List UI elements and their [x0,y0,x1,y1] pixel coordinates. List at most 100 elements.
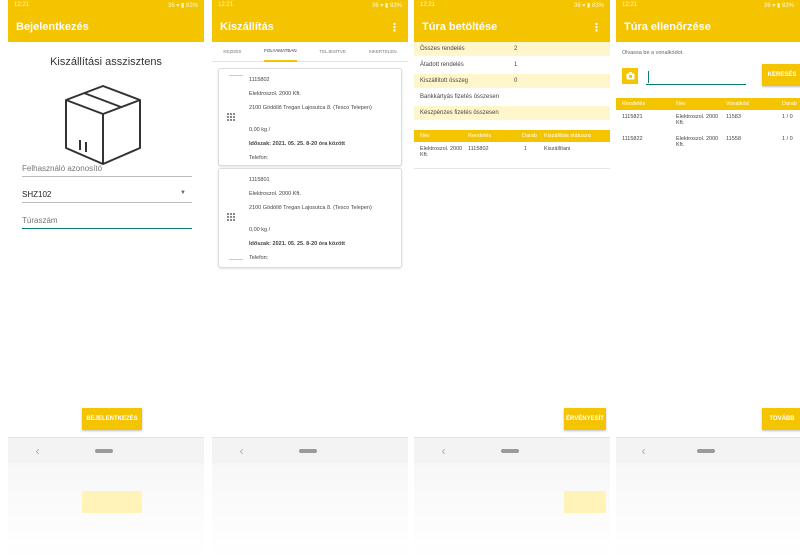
back-icon[interactable]: ‹ [442,444,446,458]
status-bar: 12:21 36 ▾ ▮ 83% [8,0,204,12]
camera-icon [626,72,634,80]
table-row[interactable]: 1115821 Elektroszol. 2000 Kft. 11583 1 /… [616,114,800,134]
tab-in-progress[interactable]: FOLYAMATBAN [264,42,297,62]
app-bar-title: Túra ellenőrzése [624,21,711,33]
package-box-icon [65,85,141,165]
info-row-handed-orders: Átadott rendelés 1 [414,58,610,72]
username-field[interactable]: Felhasználó azonosító [22,164,192,177]
table-row[interactable]: Elektroszol. 2000 Kft. 1115802 1 Kiszáll… [414,146,610,166]
info-value: 0 [514,78,518,84]
nav-bar: ‹ [414,437,610,463]
phone-screen-delivery: 12:21 36 ▾ ▮ 83% Kiszállítás ⋮ KEZDÉS FO… [212,0,408,559]
camera-scan-button[interactable] [622,68,638,84]
status-bar: 12:21 36 ▾ ▮ 83% [414,0,610,12]
screen-reflection [616,463,800,559]
card-time-slot: Időszak: 2021. 05. 25. 8-20 óra között [249,241,345,247]
column-header: Vonalkód [726,101,749,107]
search-button[interactable]: KERESÉS [762,64,800,86]
text-cursor [648,71,649,83]
nav-bar: ‹ [616,437,800,463]
page-heading: Kiszállítási asszisztens [50,56,162,68]
screen-reflection [212,463,408,559]
reflection-button [564,491,606,513]
app-bar-title: Kiszállítás [220,21,274,33]
status-time: 12:21 [14,2,30,8]
card-divider [229,75,243,76]
check-table-header: Rendelés Név Vonalkód Darab [616,98,800,110]
info-label: Átadott rendelés [420,62,464,68]
barcode-input[interactable] [646,71,746,85]
phone-screen-tour-load: 12:21 36 ▾ ▮ 83% Túra betöltése ⋮ Összes… [414,0,610,559]
card-weight: 0,00 kg / [249,127,271,133]
tour-check-content: Olvassa be a vonalkódot. KERESÉS Rendelé… [616,42,800,437]
screen-reflection [8,463,204,559]
card-recipient: Elektroszol. 2000 Kft. [249,191,301,197]
delivery-card[interactable]: 1115801 Elektroszol. 2000 Kft. 2100 Gödö… [218,168,402,268]
status-icons: 36 ▾ ▮ 83% [764,3,794,9]
cell-qty: 1 / 0 [782,114,793,120]
card-address: 2100 Gödöllő Tregan Lajosutca 8. (Tesco … [249,205,372,211]
cell-qty: 1 [524,146,528,152]
card-recipient: Elektroszol. 2000 Kft. [249,91,301,97]
table-row[interactable]: 1115822 Elektroszol. 2000 Kft. 11558 1 /… [616,136,800,156]
column-header: Darab [522,133,537,139]
info-label: Kiszállított összeg [420,78,469,84]
login-content: Kiszállítási asszisztens Felhasználó azo… [8,42,204,437]
nav-bar: ‹ [8,437,204,463]
cell-order: 1115821 [622,114,643,120]
back-icon[interactable]: ‹ [642,444,646,458]
barcode-icon [227,213,235,221]
status-time: 12:21 [622,2,638,8]
status-bar: 12:21 36 ▾ ▮ 83% [616,0,800,12]
back-icon[interactable]: ‹ [36,444,40,458]
home-pill-icon[interactable] [298,448,317,453]
column-header: Darab [782,101,797,107]
status-icons: 36 ▾ ▮ 83% [168,3,198,9]
nav-bar: ‹ [212,437,408,463]
back-icon[interactable]: ‹ [240,444,244,458]
orders-table-header: Név Rendelés Darab Kiszállítás státusza [414,130,610,142]
tour-number-field[interactable]: Túraszám [22,216,192,229]
phone-screen-login: 12:21 36 ▾ ▮ 83% Bejelentkezés Kiszállít… [8,0,204,559]
tab-failed[interactable]: SIKERTELEN [369,42,397,62]
card-divider [229,259,243,260]
delivery-card[interactable]: 1115802 Elektroszol. 2000 Kft. 2100 Gödö… [218,68,402,166]
column-header: Kiszállítás státusza [544,133,591,139]
more-menu-icon[interactable]: ⋮ [389,21,400,34]
reflection-button [82,491,142,513]
validate-button[interactable]: ÉRVÉNYESÍT [564,408,606,430]
cell-code: 11558 [726,136,741,142]
home-pill-icon[interactable] [500,448,519,453]
card-phone: Telefon: [249,255,269,261]
device-select[interactable]: SHZ102 ▼ [22,190,192,203]
tab-completed[interactable]: TELJESÍTVE [319,42,346,62]
next-button[interactable]: TOVÁBB [762,408,800,430]
tab-start[interactable]: KEZDÉS [223,42,241,62]
column-header: Név [420,133,430,139]
home-pill-icon[interactable] [94,448,113,453]
info-value: 1 [514,62,518,68]
cell-qty: 1 / 0 [782,136,793,142]
info-label: Készpénzes fizetés összesen [420,110,499,116]
delivery-content: KEZDÉS FOLYAMATBAN TELJESÍTVE SIKERTELEN… [212,42,408,437]
card-order-number: 1115802 [249,77,270,83]
status-bar: 12:21 36 ▾ ▮ 83% [212,0,408,12]
home-pill-icon[interactable] [696,448,715,453]
dropdown-arrow-icon: ▼ [180,190,186,196]
table-divider [414,168,610,169]
status-icons: 36 ▾ ▮ 83% [372,3,402,9]
device-select-value: SHZ102 [22,190,52,199]
cell-status: Kiszállítani [544,146,571,152]
phone-screen-tour-check: 12:21 36 ▾ ▮ 83% Túra ellenőrzése Olvass… [616,0,800,559]
status-icons: 36 ▾ ▮ 83% [574,3,604,9]
delivery-tabs: KEZDÉS FOLYAMATBAN TELJESÍTVE SIKERTELEN [212,42,408,62]
app-bar: Túra ellenőrzése [616,12,800,42]
login-button[interactable]: BEJELENTKEZÉS [82,408,142,430]
cell-name: Elektroszol. 2000 Kft. [676,136,719,148]
scan-hint: Olvassa be a vonalkódot. [622,50,684,56]
info-value: 2 [514,46,518,52]
app-bar-title: Túra betöltése [422,21,498,33]
info-label: Bankkártyás fizetés összesen [420,94,500,100]
app-bar: Túra betöltése ⋮ [414,12,610,42]
more-menu-icon[interactable]: ⋮ [591,21,602,34]
